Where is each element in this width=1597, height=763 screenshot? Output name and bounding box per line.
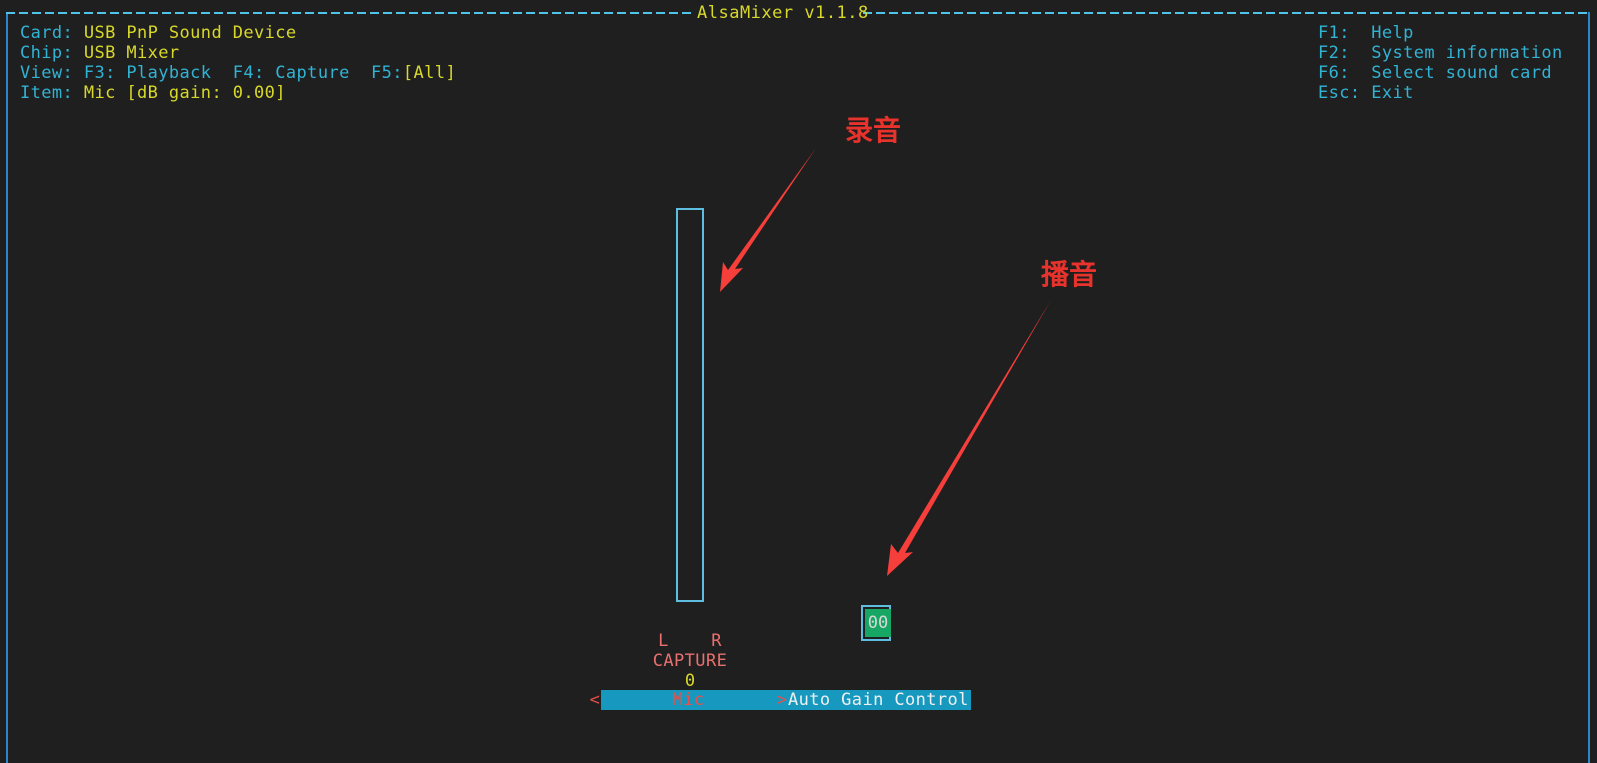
control-selection-strip: < Mic > Auto Gain Control [589, 690, 971, 710]
playback-volume-box[interactable]: 00 [861, 605, 891, 641]
spacer-k1 [1350, 43, 1371, 63]
window-title: AlsaMixer v1.1.8 [697, 3, 869, 23]
control-auto-gain-control[interactable]: Auto Gain Control [788, 690, 971, 710]
card-value [73, 23, 84, 43]
chip-label: Chip: [20, 43, 74, 63]
spacer-3 [211, 63, 232, 83]
capture-volume-value: 0 [684, 671, 696, 691]
previous-control-arrow-icon[interactable]: < [589, 690, 601, 710]
window-frame-left-border [6, 12, 8, 763]
view-f3-playback[interactable]: F3: Playback [84, 63, 212, 83]
spacer-2 [73, 63, 84, 83]
item-value-text: Mic [dB gain: 0.00] [83, 83, 286, 103]
key-help-esc-action: Exit [1371, 83, 1414, 103]
annotation-label-playback: 播音 [1041, 258, 1098, 291]
chip-row: Chip: USB Mixer [20, 43, 180, 63]
item-row: Item: Mic [dB gain: 0.00] [20, 83, 286, 103]
view-f5-value[interactable]: [All] [403, 63, 456, 83]
key-help-f1-action: Help [1371, 23, 1414, 43]
view-row: View: F3: Playback F4: Capture F5:[All] [20, 63, 456, 83]
channel-labels: L R [658, 631, 722, 651]
view-f5-label[interactable]: F5: [371, 63, 403, 83]
annotation-label-recording: 录音 [845, 114, 902, 147]
capture-mode-label: CAPTURE [652, 651, 728, 671]
key-help-f2-key: F2: [1318, 43, 1350, 63]
card-label: Card: [20, 23, 74, 43]
capture-volume-bar[interactable] [676, 208, 704, 602]
key-help-f2[interactable]: F2: System information [1318, 43, 1563, 63]
card-value-text: USB PnP Sound Device [83, 23, 297, 43]
key-help-f6-key: F6: [1318, 63, 1350, 83]
view-label: View: [20, 63, 74, 83]
annotation-arrow-to-capture-bar [720, 148, 816, 292]
spacer-4 [350, 63, 371, 83]
chip-value-text: USB Mixer [83, 43, 180, 63]
next-control-arrow-icon[interactable]: > [776, 690, 788, 710]
spacer-1 [73, 43, 84, 63]
item-label: Item: [20, 83, 74, 103]
key-help-f6-action: Select sound card [1371, 63, 1552, 83]
spacer-k0 [1350, 23, 1371, 43]
key-help-f1[interactable]: F1: Help [1318, 23, 1414, 43]
playback-volume-value: 00 [865, 609, 891, 637]
key-help-f1-key: F1: [1318, 23, 1350, 43]
key-help-f2-action: System information [1371, 43, 1563, 63]
window-frame-top-border-right [863, 12, 1590, 14]
window-frame-top-border-left [6, 12, 693, 14]
spacer-5 [73, 83, 84, 103]
annotation-arrow-to-playback-box [887, 300, 1051, 576]
spacer-k3 [1361, 83, 1372, 103]
spacer-k2 [1350, 63, 1371, 83]
window-frame-right-border [1588, 12, 1590, 763]
key-help-esc-key: Esc: [1318, 83, 1361, 103]
card-row: Card: USB PnP Sound Device [20, 23, 297, 43]
annotation-arrows [720, 148, 1051, 576]
key-help-f6[interactable]: F6: Select sound card [1318, 63, 1552, 83]
view-f4-capture[interactable]: F4: Capture [233, 63, 350, 83]
key-help-esc[interactable]: Esc: Exit [1318, 83, 1414, 103]
alsamixer-terminal-window: AlsaMixer v1.1.8 Card: USB PnP Sound Dev… [0, 0, 1597, 763]
selected-control-mic[interactable]: Mic [601, 690, 776, 710]
